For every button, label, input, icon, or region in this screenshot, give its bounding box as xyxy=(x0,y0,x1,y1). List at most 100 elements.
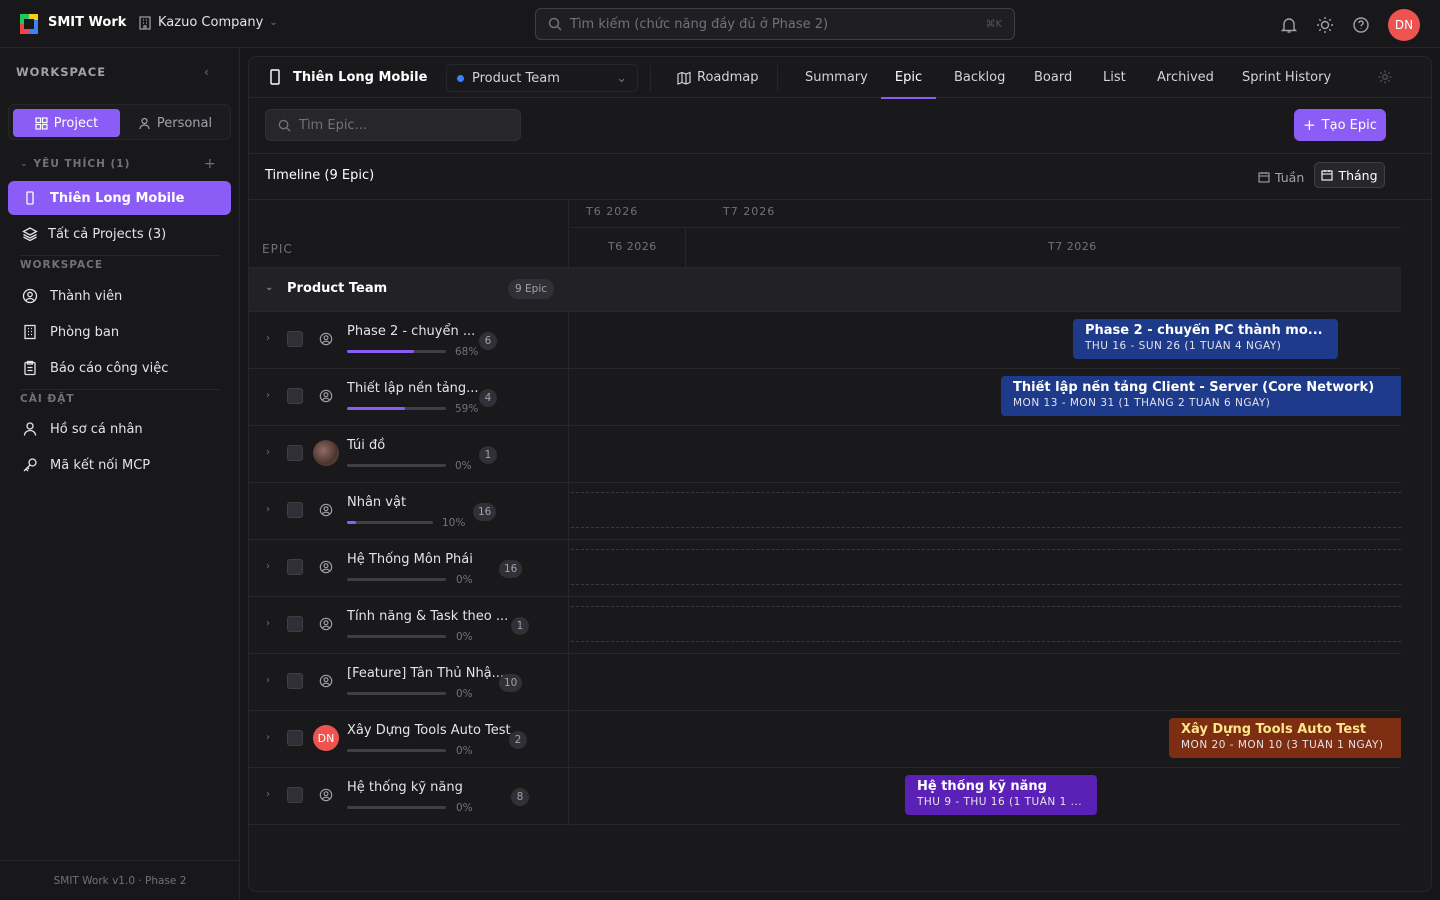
bar-dates: MON 20 - MON 10 (3 TUẦN 1 NGÀY) xyxy=(1181,739,1384,751)
epic-timeline-bar[interactable]: Thiết lập nền tảng Client - Server (Core… xyxy=(1001,376,1401,416)
tab-list[interactable]: List xyxy=(1103,57,1126,98)
user-circle-icon xyxy=(22,288,38,304)
sidebar-item-members[interactable]: Thành viên xyxy=(8,279,231,313)
tab-backlog[interactable]: Backlog xyxy=(954,57,1005,98)
building-icon xyxy=(139,15,151,30)
company-name: Kazuo Company xyxy=(158,15,264,30)
sidebar-item-profile[interactable]: Hồ sơ cá nhân xyxy=(8,412,231,446)
chevron-right-icon[interactable]: › xyxy=(266,561,270,572)
timeline-header: Timeline (9 Epic) Tuần Tháng xyxy=(249,154,1431,200)
sidebar-item-mcp[interactable]: Mã kết nối MCP xyxy=(8,448,231,482)
chevron-right-icon[interactable]: › xyxy=(266,618,270,629)
chevron-right-icon[interactable]: › xyxy=(266,675,270,686)
row-checkbox[interactable] xyxy=(287,787,303,803)
unassigned-user-icon xyxy=(313,668,339,694)
row-checkbox[interactable] xyxy=(287,445,303,461)
tab-epic[interactable]: Epic xyxy=(881,57,936,99)
chevron-right-icon[interactable]: › xyxy=(266,732,270,743)
month-view-button[interactable]: Tháng xyxy=(1314,162,1385,188)
epic-row[interactable]: › Túi đồ 0% 1 xyxy=(249,426,1401,483)
epic-name[interactable]: Xây Dựng Tools Auto Test xyxy=(347,723,511,738)
favorites-header[interactable]: ⌄ YÊU THÍCH (1) xyxy=(20,158,220,170)
favorites-label: YÊU THÍCH (1) xyxy=(33,158,131,170)
epic-name[interactable]: Nhân vật xyxy=(347,495,406,510)
project-scope-button[interactable]: Project xyxy=(13,109,120,137)
epic-timeline-bar[interactable]: Xây Dựng Tools Auto Test MON 20 - MON 10… xyxy=(1169,718,1401,758)
chevron-right-icon[interactable]: › xyxy=(266,447,270,458)
project-scope-label: Project xyxy=(53,115,99,131)
progress-bar xyxy=(347,521,433,524)
sidebar-item-reports[interactable]: Báo cáo công việc xyxy=(8,351,231,385)
team-select[interactable]: Product Team ⌄ xyxy=(446,64,638,92)
chevron-right-icon[interactable]: › xyxy=(266,504,270,515)
epic-name[interactable]: Túi đồ xyxy=(347,438,385,453)
collapse-sidebar-icon[interactable]: ‹ xyxy=(204,65,209,79)
scope-toggle: Project Personal xyxy=(8,104,231,140)
tab-summary[interactable]: Summary xyxy=(805,57,868,98)
row-checkbox[interactable] xyxy=(287,673,303,689)
epic-name[interactable]: Thiết lập nền tảng... xyxy=(347,381,479,396)
team-group-row[interactable]: ⌄ Product Team 9 Epic xyxy=(249,268,1401,312)
bell-icon[interactable] xyxy=(1280,16,1298,34)
row-checkbox[interactable] xyxy=(287,502,303,518)
building-icon xyxy=(24,324,36,340)
divider xyxy=(685,228,686,268)
divider xyxy=(570,227,1401,228)
epic-name[interactable]: Hệ Thống Môn Phái xyxy=(347,552,473,567)
tab-label: List xyxy=(1103,70,1126,85)
row-checkbox[interactable] xyxy=(287,730,303,746)
global-search-input[interactable]: Tìm kiếm (chức năng đầy đủ ở Phase 2) ⌘K xyxy=(535,8,1015,40)
chevron-down-icon: ⌄ xyxy=(616,70,627,86)
epic-row[interactable]: › Hệ thống kỹ năng 0% 8 xyxy=(249,768,1401,825)
epic-search-input[interactable]: Tìm Epic... xyxy=(265,109,521,141)
chevron-down-icon: ⌄ xyxy=(20,159,28,169)
personal-scope-label: Personal xyxy=(156,115,213,131)
epic-name[interactable]: Tính năng & Task theo ... xyxy=(347,609,508,624)
epic-name[interactable]: [Feature] Tân Thủ Nhậ... xyxy=(347,666,504,681)
chevron-right-icon[interactable]: › xyxy=(266,789,270,800)
row-checkbox[interactable] xyxy=(287,616,303,632)
progress-percent: 0% xyxy=(456,688,473,700)
row-checkbox[interactable] xyxy=(287,559,303,575)
tab-label: Epic xyxy=(894,70,923,85)
tab-board[interactable]: Board xyxy=(1034,57,1072,98)
project-name: Thiên Long Mobile xyxy=(293,69,428,85)
personal-scope-button[interactable]: Personal xyxy=(122,109,228,137)
grid-icon xyxy=(35,116,48,130)
owner-avatar xyxy=(313,440,339,466)
tab-sprint-history[interactable]: Sprint History xyxy=(1242,57,1331,98)
epic-name[interactable]: Hệ thống kỹ năng xyxy=(347,780,463,795)
week-view-button[interactable]: Tuần xyxy=(1258,165,1304,189)
company-switcher[interactable]: Kazuo Company ⌄ xyxy=(138,15,278,30)
timeline-grid: EPIC T6 2026 T7 2026 T6 2026 T7 2026 ⌄ P… xyxy=(249,200,1401,891)
issue-count-badge: 16 xyxy=(473,503,497,521)
key-icon xyxy=(23,458,37,472)
issue-count-badge: 6 xyxy=(479,332,497,350)
epic-name[interactable]: Phase 2 - chuyển ... xyxy=(347,324,475,339)
add-favorite-icon[interactable]: + xyxy=(204,156,216,172)
progress-bar xyxy=(347,350,446,353)
user-avatar[interactable]: DN xyxy=(1388,9,1420,41)
progress-percent: 0% xyxy=(456,745,473,757)
sun-icon[interactable] xyxy=(1316,16,1334,34)
chevron-right-icon[interactable]: › xyxy=(266,333,270,344)
epic-timeline-bar[interactable]: Hệ thống kỹ năng THU 9 - THU 16 (1 TUẦN … xyxy=(905,775,1097,815)
chevron-right-icon[interactable]: › xyxy=(266,390,270,401)
epic-row[interactable]: › [Feature] Tân Thủ Nhậ... 0% 10 xyxy=(249,654,1401,711)
row-checkbox[interactable] xyxy=(287,331,303,347)
progress-percent: 0% xyxy=(455,460,472,472)
help-icon[interactable] xyxy=(1352,16,1370,34)
epic-timeline-bar[interactable]: Phase 2 - chuyển PC thành mo... THU 16 -… xyxy=(1073,319,1338,359)
create-epic-button[interactable]: + Tạo Epic xyxy=(1294,109,1386,141)
tab-archived[interactable]: Archived xyxy=(1157,57,1214,98)
row-checkbox[interactable] xyxy=(287,388,303,404)
gear-icon[interactable] xyxy=(1377,69,1393,85)
issue-count-badge: 1 xyxy=(479,446,497,464)
tab-roadmap[interactable]: Roadmap xyxy=(677,57,759,98)
sidebar-item-departments[interactable]: Phòng ban xyxy=(8,315,231,349)
progress-fill xyxy=(347,407,406,410)
sidebar-item-all-projects[interactable]: Tất cả Projects (3) xyxy=(8,217,231,251)
bar-dates: THU 16 - SUN 26 (1 TUẦN 4 NGÀY) xyxy=(1085,340,1282,352)
sidebar-item-thien-long-mobile[interactable]: Thiên Long Mobile xyxy=(8,181,231,215)
sidebar-title: WORKSPACE xyxy=(16,65,107,79)
